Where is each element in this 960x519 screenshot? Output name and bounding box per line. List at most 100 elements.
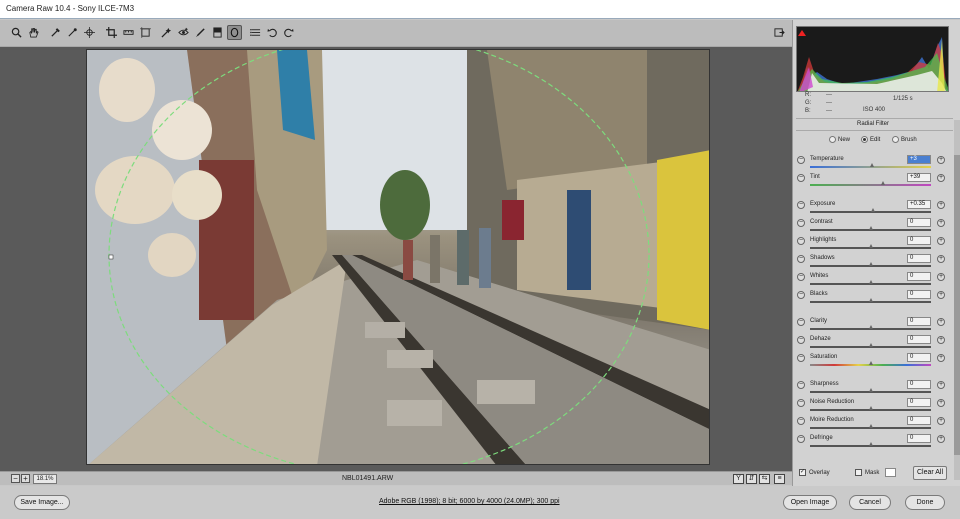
slider-thumb[interactable]	[868, 424, 873, 428]
save-image-button[interactable]: Save Image...	[14, 495, 70, 510]
mask-color-swatch[interactable]	[885, 468, 896, 477]
increase-icon[interactable]: +	[937, 435, 945, 443]
decrease-icon[interactable]: −	[797, 399, 805, 407]
swap-settings-button[interactable]: ⇵	[746, 474, 757, 484]
slider-thumb[interactable]	[868, 388, 873, 392]
increase-icon[interactable]: +	[937, 417, 945, 425]
slider-thumb[interactable]	[868, 262, 873, 266]
increase-icon[interactable]: +	[937, 219, 945, 227]
slider-label: Shadows	[810, 255, 835, 261]
scrollbar-thumb[interactable]	[954, 155, 960, 455]
done-button[interactable]: Done	[905, 495, 945, 510]
increase-icon[interactable]: +	[937, 201, 945, 209]
slider-track[interactable]	[810, 184, 931, 186]
slider-value-field[interactable]: +3	[907, 155, 931, 164]
transform-tool-icon[interactable]	[138, 25, 153, 40]
adjustment-brush-tool-icon[interactable]	[193, 25, 208, 40]
increase-icon[interactable]: +	[937, 381, 945, 389]
decrease-icon[interactable]: −	[797, 381, 805, 389]
slider-value-field[interactable]: 0	[907, 218, 931, 227]
increase-icon[interactable]: +	[937, 399, 945, 407]
image-canvas[interactable]	[0, 47, 792, 471]
workflow-options-link[interactable]: Adobe RGB (1998); 8 bit; 6000 by 4000 (2…	[379, 498, 560, 505]
graduated-filter-tool-icon[interactable]	[210, 25, 225, 40]
cancel-button[interactable]: Cancel	[849, 495, 891, 510]
hand-tool-icon[interactable]	[26, 25, 41, 40]
white-balance-tool-icon[interactable]	[48, 25, 63, 40]
slider-value-field[interactable]: 0	[907, 254, 931, 263]
slider-value-field[interactable]: 0	[907, 272, 931, 281]
slider-thumb[interactable]	[880, 181, 885, 185]
clear-all-button[interactable]: Clear All	[913, 466, 947, 480]
copy-settings-button[interactable]: ⇆	[759, 474, 770, 484]
increase-icon[interactable]: +	[937, 237, 945, 245]
slider-value-field[interactable]: 0	[907, 434, 931, 443]
slider-thumb[interactable]	[868, 442, 873, 446]
slider-thumb[interactable]	[868, 280, 873, 284]
decrease-icon[interactable]: −	[797, 354, 805, 362]
increase-icon[interactable]: +	[937, 156, 945, 164]
zoom-out-button[interactable]: −	[11, 474, 20, 483]
decrease-icon[interactable]: −	[797, 318, 805, 326]
slider-thumb[interactable]	[868, 325, 873, 329]
crop-tool-icon[interactable]	[104, 25, 119, 40]
rotate-left-icon[interactable]	[265, 25, 280, 40]
decrease-icon[interactable]: −	[797, 417, 805, 425]
zoom-level-dropdown[interactable]: 18.1%	[33, 474, 57, 484]
slider-value-field[interactable]: 0	[907, 416, 931, 425]
increase-icon[interactable]: +	[937, 336, 945, 344]
slider-thumb[interactable]	[868, 343, 873, 347]
zoom-tool-icon[interactable]	[9, 25, 24, 40]
photo-preview[interactable]	[86, 49, 710, 465]
panel-scrollbar[interactable]	[954, 120, 960, 480]
slider-value-field[interactable]: +39	[907, 173, 931, 182]
targeted-adjustment-tool-icon[interactable]	[82, 25, 97, 40]
increase-icon[interactable]: +	[937, 354, 945, 362]
color-sampler-tool-icon[interactable]	[65, 25, 80, 40]
decrease-icon[interactable]: −	[797, 174, 805, 182]
increase-icon[interactable]: +	[937, 318, 945, 326]
slider-thumb[interactable]	[869, 163, 874, 167]
decrease-icon[interactable]: −	[797, 156, 805, 164]
slider-value-field[interactable]: 0	[907, 335, 931, 344]
increase-icon[interactable]: +	[937, 291, 945, 299]
increase-icon[interactable]: +	[937, 273, 945, 281]
red-eye-tool-icon[interactable]	[176, 25, 191, 40]
slider-value-field[interactable]: 0	[907, 380, 931, 389]
slider-value-field[interactable]: 0	[907, 236, 931, 245]
decrease-icon[interactable]: −	[797, 201, 805, 209]
fullscreen-toggle-icon[interactable]	[772, 25, 787, 40]
slider-thumb[interactable]	[868, 226, 873, 230]
decrease-icon[interactable]: −	[797, 336, 805, 344]
open-image-button[interactable]: Open Image	[783, 495, 837, 510]
slider-value-field[interactable]: 0	[907, 317, 931, 326]
decrease-icon[interactable]: −	[797, 255, 805, 263]
slider-value-field[interactable]: 0	[907, 353, 931, 362]
slider-thumb[interactable]	[870, 208, 875, 212]
checkbox-icon	[855, 469, 862, 476]
radial-filter-tool-icon[interactable]	[227, 25, 242, 40]
slider-thumb[interactable]	[868, 244, 873, 248]
decrease-icon[interactable]: −	[797, 237, 805, 245]
mask-checkbox[interactable]: Mask	[855, 469, 879, 476]
decrease-icon[interactable]: −	[797, 435, 805, 443]
slider-thumb[interactable]	[868, 406, 873, 410]
decrease-icon[interactable]: −	[797, 219, 805, 227]
decrease-icon[interactable]: −	[797, 291, 805, 299]
spot-removal-tool-icon[interactable]	[159, 25, 174, 40]
toggle-settings-button[interactable]: ≡	[774, 474, 785, 484]
slider-value-field[interactable]: 0	[907, 290, 931, 299]
slider-thumb[interactable]	[868, 298, 873, 302]
slider-thumb[interactable]	[868, 361, 873, 365]
straighten-tool-icon[interactable]	[121, 25, 136, 40]
decrease-icon[interactable]: −	[797, 273, 805, 281]
increase-icon[interactable]: +	[937, 255, 945, 263]
slider-value-field[interactable]: 0	[907, 398, 931, 407]
slider-value-field[interactable]: +0.35	[907, 200, 931, 209]
overlay-checkbox[interactable]: ✓ Overlay	[799, 469, 830, 476]
rotate-right-icon[interactable]	[281, 25, 296, 40]
preferences-icon[interactable]	[248, 25, 263, 40]
before-after-y-button[interactable]: Y	[733, 474, 744, 484]
zoom-in-button[interactable]: +	[21, 474, 30, 483]
increase-icon[interactable]: +	[937, 174, 945, 182]
